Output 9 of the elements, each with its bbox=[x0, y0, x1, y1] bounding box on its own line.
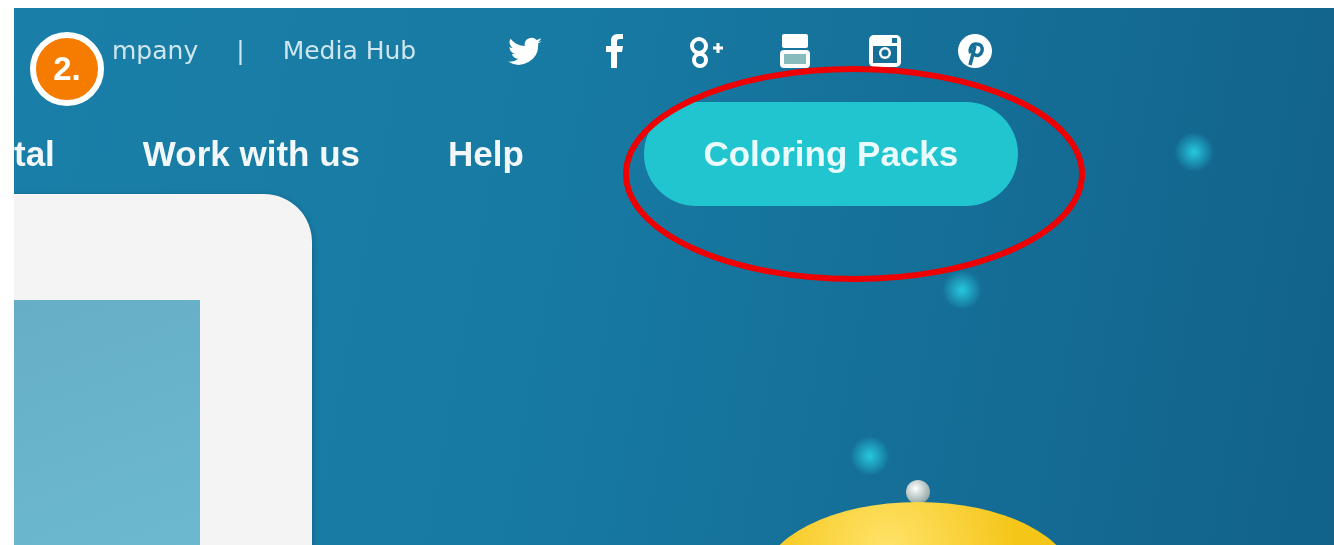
knob-drawing bbox=[906, 480, 930, 504]
nav-link[interactable]: tal bbox=[14, 127, 55, 181]
top-link[interactable]: mpany bbox=[112, 32, 199, 70]
nav-link[interactable]: Help bbox=[448, 127, 524, 181]
pin-icon[interactable] bbox=[956, 32, 995, 70]
top-link[interactable]: Media Hub bbox=[282, 32, 417, 70]
nav-link[interactable]: Work with us bbox=[142, 127, 360, 181]
separator: | bbox=[236, 35, 245, 68]
step-badge: 2. bbox=[30, 32, 104, 106]
